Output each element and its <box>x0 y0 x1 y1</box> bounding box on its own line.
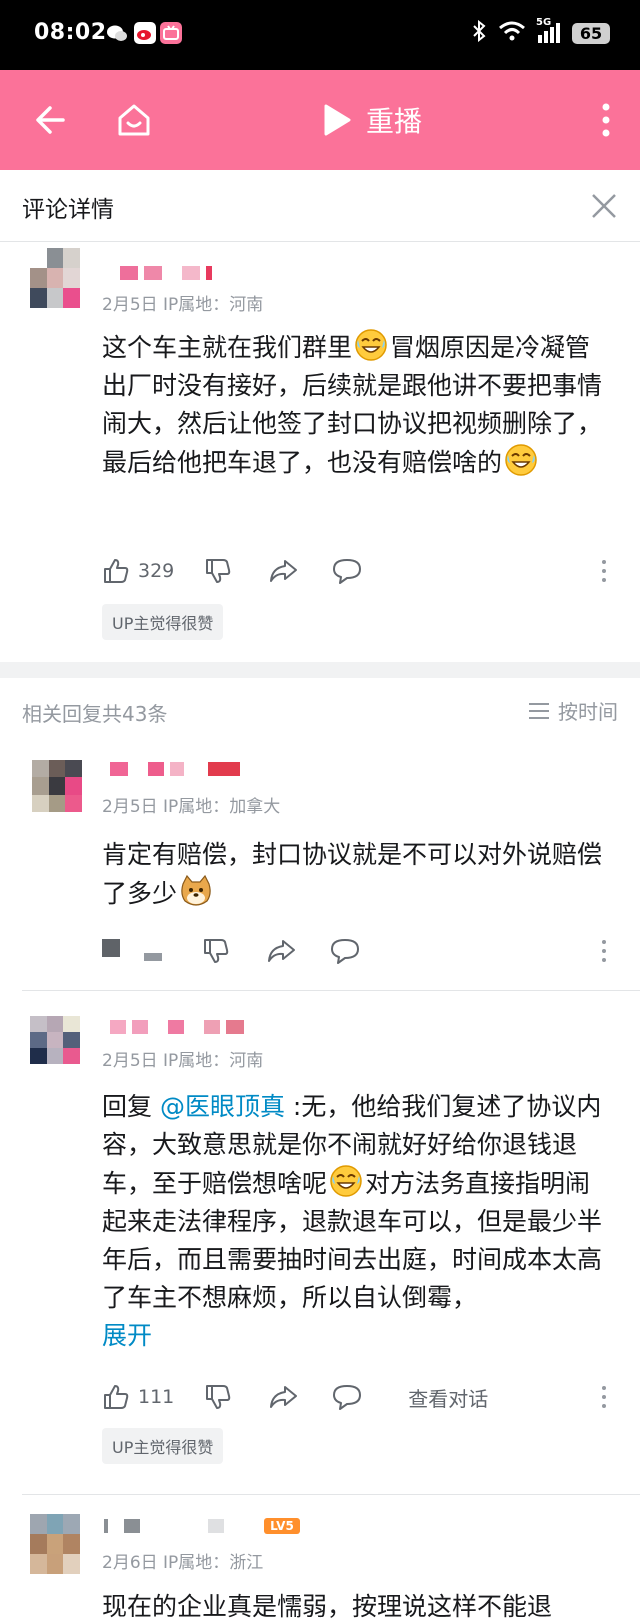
thumbs-up-icon <box>104 1385 129 1409</box>
reply-meta: 2月5日 IP属地：河南 <box>102 1051 264 1071</box>
thumbs-down-icon <box>206 559 231 583</box>
bilibili-app-icon <box>160 22 182 44</box>
like-count-redacted <box>102 939 120 957</box>
reply-button[interactable] <box>332 1383 362 1411</box>
sort-lines-icon <box>529 702 549 719</box>
reply-meta: 2月6日 IP属地：浙江 <box>102 1553 264 1573</box>
reply-button[interactable] <box>332 557 362 585</box>
battery-indicator: 65 <box>572 22 610 44</box>
play-icon <box>324 104 351 136</box>
wechat-icon <box>106 22 128 44</box>
reply-text: 回复 @医眼顶真 :无，他给我们复述了协议内容，大致意思就是你不闹就好好给你退钱… <box>102 1092 603 1350</box>
close-icon <box>592 194 616 218</box>
dislike-button[interactable] <box>202 937 230 965</box>
thumbs-up-icon <box>104 559 129 583</box>
up-liked-badge: UP主觉得很赞 <box>102 1428 224 1464</box>
comment-text: 这个车主就在我们群里 冒烟原因是冷凝管出厂时没有接好，后续就是跟他讲不要把事情闹大… <box>102 328 612 482</box>
video-nav-bar: 重播 <box>0 70 640 170</box>
more-menu-button[interactable] <box>580 94 632 146</box>
share-icon <box>270 560 298 582</box>
arrow-left-icon <box>36 106 65 134</box>
replay-label: 重播 <box>366 105 423 138</box>
reply-meta: 2月5日 IP属地：加拿大 <box>102 797 281 817</box>
reply-divider <box>22 990 640 991</box>
network-type: 5G <box>536 17 552 28</box>
avatar[interactable] <box>30 248 80 308</box>
back-button[interactable] <box>24 94 76 146</box>
share-icon <box>270 1386 298 1408</box>
thumbs-down-icon <box>206 1385 231 1409</box>
like-count: 329 <box>138 560 175 582</box>
reply-divider <box>22 1494 640 1495</box>
reply-more-button[interactable] <box>594 1380 614 1414</box>
share-button[interactable] <box>268 557 298 585</box>
like-count: 111 <box>138 1386 175 1408</box>
reply-button[interactable] <box>330 937 360 965</box>
thumbs-down-icon <box>204 939 229 963</box>
reply-text: 肯定有赔偿，封口协议就是不可以对外说赔偿了多少 <box>102 840 603 908</box>
home-icon <box>118 104 150 136</box>
comment-detail-header: 评论详情 <box>0 170 640 242</box>
comment-more-button[interactable] <box>594 554 614 588</box>
weibo-icon <box>134 22 156 44</box>
replay-button[interactable]: 重播 <box>322 100 422 140</box>
sort-by-time-button[interactable]: 按时间 <box>528 696 618 725</box>
share-icon <box>268 940 295 962</box>
wifi-icon <box>498 20 526 46</box>
reply-more-button[interactable] <box>594 934 614 968</box>
status-indicators: 5G 65 <box>472 17 610 46</box>
status-bar: 08:02 5G 65 <box>0 0 640 70</box>
reply-actions: 111 查看对话 <box>102 1380 488 1414</box>
signal-icon: 5G <box>536 17 560 43</box>
username[interactable] <box>110 762 240 776</box>
username[interactable] <box>110 1020 244 1034</box>
dislike-button[interactable] <box>204 1383 232 1411</box>
status-time: 08:02 <box>34 20 107 45</box>
avatar[interactable] <box>30 1016 80 1064</box>
reply-text: 现在的企业真是懦弱，按理说这样不能退 <box>102 1592 553 1621</box>
comment-actions: 329 <box>102 554 362 588</box>
dislike-button[interactable] <box>204 557 232 585</box>
comment-meta: 2月5日 IP属地：河南 <box>102 295 264 315</box>
comment-bubble-icon <box>333 559 362 584</box>
close-button[interactable] <box>582 184 626 228</box>
share-button[interactable] <box>266 937 296 965</box>
replies-count: 相关回复共43条 <box>22 702 168 726</box>
doge-emoji-icon <box>179 874 213 908</box>
like-button[interactable] <box>102 939 162 961</box>
sort-label: 按时间 <box>558 700 618 724</box>
comment-bubble-icon <box>331 939 359 964</box>
up-liked-badge: UP主觉得很赞 <box>102 604 224 640</box>
section-divider <box>0 662 640 678</box>
like-count-redacted <box>144 953 162 961</box>
mention-link[interactable]: @医眼顶真 <box>160 1092 285 1121</box>
share-button[interactable] <box>268 1383 298 1411</box>
comment-bubble-icon <box>333 1385 362 1410</box>
avatar[interactable] <box>30 1514 80 1574</box>
home-button[interactable] <box>108 94 160 146</box>
page-title: 评论详情 <box>22 197 114 223</box>
expand-link[interactable]: 展开 <box>102 1321 152 1350</box>
laugh-cry-emoji-icon <box>354 328 388 362</box>
view-conversation-link[interactable]: 查看对话 <box>408 1383 488 1412</box>
username[interactable] <box>120 266 212 280</box>
replies-header: 相关回复共43条 按时间 <box>0 682 640 738</box>
reply-actions <box>102 934 360 968</box>
level-badge: LV5 <box>264 1518 300 1534</box>
like-button[interactable]: 329 <box>102 557 174 585</box>
like-button[interactable]: 111 <box>102 1383 174 1411</box>
laugh-cry-emoji-icon <box>329 1164 363 1198</box>
avatar[interactable] <box>32 760 82 812</box>
more-vertical-icon <box>602 103 610 137</box>
laugh-cry-emoji-icon <box>504 443 538 477</box>
username[interactable] <box>104 1519 280 1533</box>
bluetooth-icon <box>472 19 486 46</box>
